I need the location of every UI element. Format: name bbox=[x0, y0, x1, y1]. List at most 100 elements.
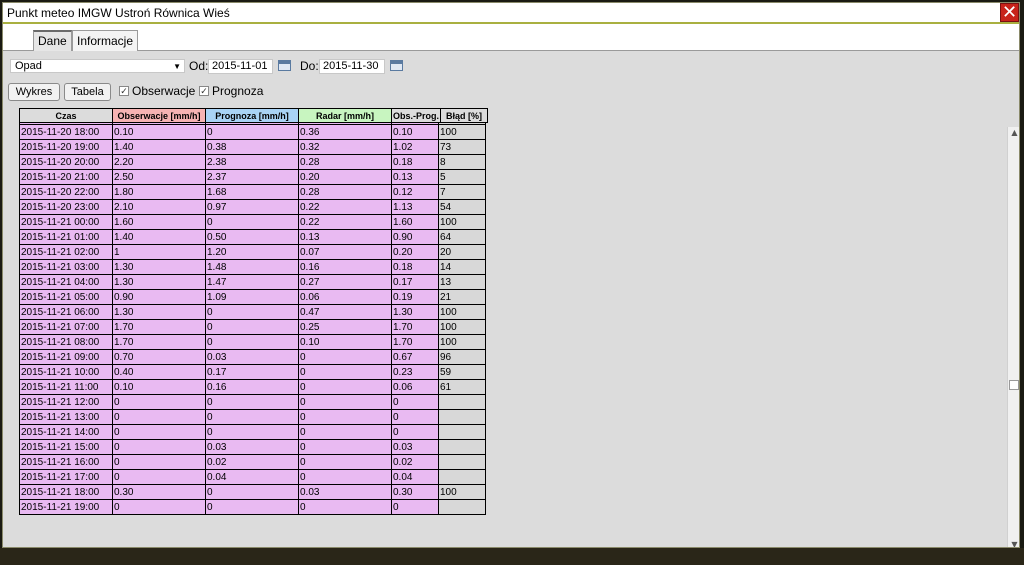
table-cell: 2015-11-20 21:00 bbox=[19, 169, 113, 185]
table-row: 2015-11-21 09:00 0.70 0.03 0 0.67 96 bbox=[19, 349, 486, 365]
dropdown-arrow-icon: ▼ bbox=[173, 62, 181, 71]
table-cell: 2015-11-21 03:00 bbox=[19, 259, 113, 275]
table-cell: 1.02 bbox=[391, 139, 439, 155]
table-cell: 0 bbox=[205, 394, 299, 410]
header-observations[interactable]: Obserwacje [mm/h] bbox=[112, 108, 206, 123]
table-cell: 0 bbox=[298, 349, 392, 365]
table-cell bbox=[438, 439, 486, 455]
table-cell: 0 bbox=[112, 469, 206, 485]
table-cell: 0.47 bbox=[298, 304, 392, 320]
table-cell: 64 bbox=[438, 229, 486, 245]
app-window: Punkt meteo IMGW Ustroń Równica Wieś ✕ D… bbox=[2, 2, 1020, 548]
table-cell: 2015-11-21 06:00 bbox=[19, 304, 113, 320]
table-row: 2015-11-21 17:00 0 0.04 0 0.04 bbox=[19, 469, 486, 485]
table-cell: 0.40 bbox=[112, 364, 206, 380]
table-row: 2015-11-21 10:00 0.40 0.17 0 0.23 59 bbox=[19, 364, 486, 380]
chart-button[interactable]: Wykres bbox=[8, 83, 60, 101]
table-cell: 0.20 bbox=[391, 244, 439, 260]
header-radar[interactable]: Radar [mm/h] bbox=[298, 108, 392, 123]
table-button[interactable]: Tabela bbox=[64, 83, 111, 101]
header-obs-minus-forecast[interactable]: Obs.-Prog. bbox=[390, 108, 442, 123]
table-cell: 1.70 bbox=[391, 334, 439, 350]
observations-checkbox[interactable]: ✓ bbox=[119, 86, 129, 96]
table-cell: 0.16 bbox=[298, 259, 392, 275]
table-cell: 0 bbox=[205, 499, 299, 515]
table-cell: 1.40 bbox=[112, 229, 206, 245]
table-cell: 2.20 bbox=[112, 154, 206, 170]
table-cell: 0 bbox=[391, 499, 439, 515]
table-cell: 100 bbox=[438, 334, 486, 350]
table-cell: 0.13 bbox=[391, 169, 439, 185]
table-row: 2015-11-21 07:00 1.70 0 0.25 1.70 100 bbox=[19, 319, 486, 335]
table-cell: 2015-11-20 19:00 bbox=[19, 139, 113, 155]
table-cell: 1.30 bbox=[112, 304, 206, 320]
window-title: Punkt meteo IMGW Ustroń Równica Wieś bbox=[7, 6, 230, 20]
table-row: 2015-11-21 15:00 0 0.03 0 0.03 bbox=[19, 439, 486, 455]
table-cell: 2015-11-21 14:00 bbox=[19, 424, 113, 440]
data-table-viewport: 2015-11-20 17:000.300.050.480.351362015-… bbox=[3, 113, 1007, 545]
scroll-up-icon[interactable]: ▲ bbox=[1008, 127, 1019, 139]
table-cell: 1.13 bbox=[391, 199, 439, 215]
table-row: 2015-11-20 22:00 1.80 1.68 0.28 0.12 7 bbox=[19, 184, 486, 200]
table-cell bbox=[438, 499, 486, 515]
table-cell: 0.10 bbox=[112, 124, 206, 140]
table-cell: 2015-11-21 12:00 bbox=[19, 394, 113, 410]
table-cell: 0 bbox=[112, 424, 206, 440]
table-cell: 1.47 bbox=[205, 274, 299, 290]
vertical-scrollbar[interactable]: ▲ ▼ bbox=[1007, 127, 1019, 547]
table-cell: 2.37 bbox=[205, 169, 299, 185]
table-cell: 2015-11-21 02:00 bbox=[19, 244, 113, 260]
scrollbar-thumb[interactable] bbox=[1009, 380, 1019, 390]
calendar-icon[interactable] bbox=[390, 60, 403, 71]
close-icon[interactable]: ✕ bbox=[1000, 3, 1019, 22]
table-cell: 1 bbox=[112, 244, 206, 260]
table-cell: 100 bbox=[438, 124, 486, 140]
table-cell: 0.97 bbox=[205, 199, 299, 215]
table-cell: 0 bbox=[112, 409, 206, 425]
measurement-type-select[interactable]: Opad ▼ bbox=[10, 59, 185, 73]
data-table-body: 2015-11-20 17:000.300.050.480.351362015-… bbox=[19, 113, 486, 515]
table-cell: 0.32 bbox=[298, 139, 392, 155]
scroll-down-icon[interactable]: ▼ bbox=[1008, 539, 1019, 547]
table-cell: 0 bbox=[205, 484, 299, 500]
table-cell: 0.18 bbox=[391, 259, 439, 275]
table-cell: 14 bbox=[438, 259, 486, 275]
forecast-label: Prognoza bbox=[212, 84, 264, 98]
table-cell: 2015-11-21 17:00 bbox=[19, 469, 113, 485]
table-cell: 2015-11-21 15:00 bbox=[19, 439, 113, 455]
header-error-percent[interactable]: Błąd [%] bbox=[440, 108, 489, 123]
forecast-checkbox[interactable]: ✓ bbox=[199, 86, 209, 96]
table-cell: 0.38 bbox=[205, 139, 299, 155]
header-forecast[interactable]: Prognoza [mm/h] bbox=[205, 108, 299, 123]
table-cell: 0.13 bbox=[298, 229, 392, 245]
table-cell: 0 bbox=[205, 124, 299, 140]
from-date-input[interactable]: 2015-11-01 bbox=[208, 59, 273, 74]
table-cell bbox=[438, 409, 486, 425]
table-cell: 2015-11-21 07:00 bbox=[19, 319, 113, 335]
table-cell: 0 bbox=[205, 424, 299, 440]
table-cell: 2015-11-21 08:00 bbox=[19, 334, 113, 350]
table-cell bbox=[438, 394, 486, 410]
table-cell: 1.30 bbox=[391, 304, 439, 320]
table-cell: 0 bbox=[391, 424, 439, 440]
table-cell: 0.50 bbox=[205, 229, 299, 245]
tab-informacje[interactable]: Informacje bbox=[72, 30, 139, 51]
table-cell: 2015-11-21 16:00 bbox=[19, 454, 113, 470]
table-cell: 2015-11-21 00:00 bbox=[19, 214, 113, 230]
header-time[interactable]: Czas bbox=[19, 108, 113, 123]
table-cell: 0.18 bbox=[391, 154, 439, 170]
table-cell: 0.28 bbox=[298, 154, 392, 170]
table-cell: 100 bbox=[438, 214, 486, 230]
to-date-input[interactable]: 2015-11-30 bbox=[319, 59, 385, 74]
table-cell: 0.30 bbox=[391, 484, 439, 500]
table-cell: 2015-11-21 11:00 bbox=[19, 379, 113, 395]
table-cell: 8 bbox=[438, 154, 486, 170]
table-row: 2015-11-21 06:00 1.30 0 0.47 1.30 100 bbox=[19, 304, 486, 320]
table-cell: 0.67 bbox=[391, 349, 439, 365]
table-cell: 1.20 bbox=[205, 244, 299, 260]
table-row: 2015-11-21 13:00 0 0 0 0 bbox=[19, 409, 486, 425]
calendar-icon[interactable] bbox=[278, 60, 291, 71]
table-cell: 0.16 bbox=[205, 379, 299, 395]
table-row: 2015-11-21 18:00 0.30 0 0.03 0.30 100 bbox=[19, 484, 486, 500]
tab-dane[interactable]: Dane bbox=[33, 30, 72, 51]
